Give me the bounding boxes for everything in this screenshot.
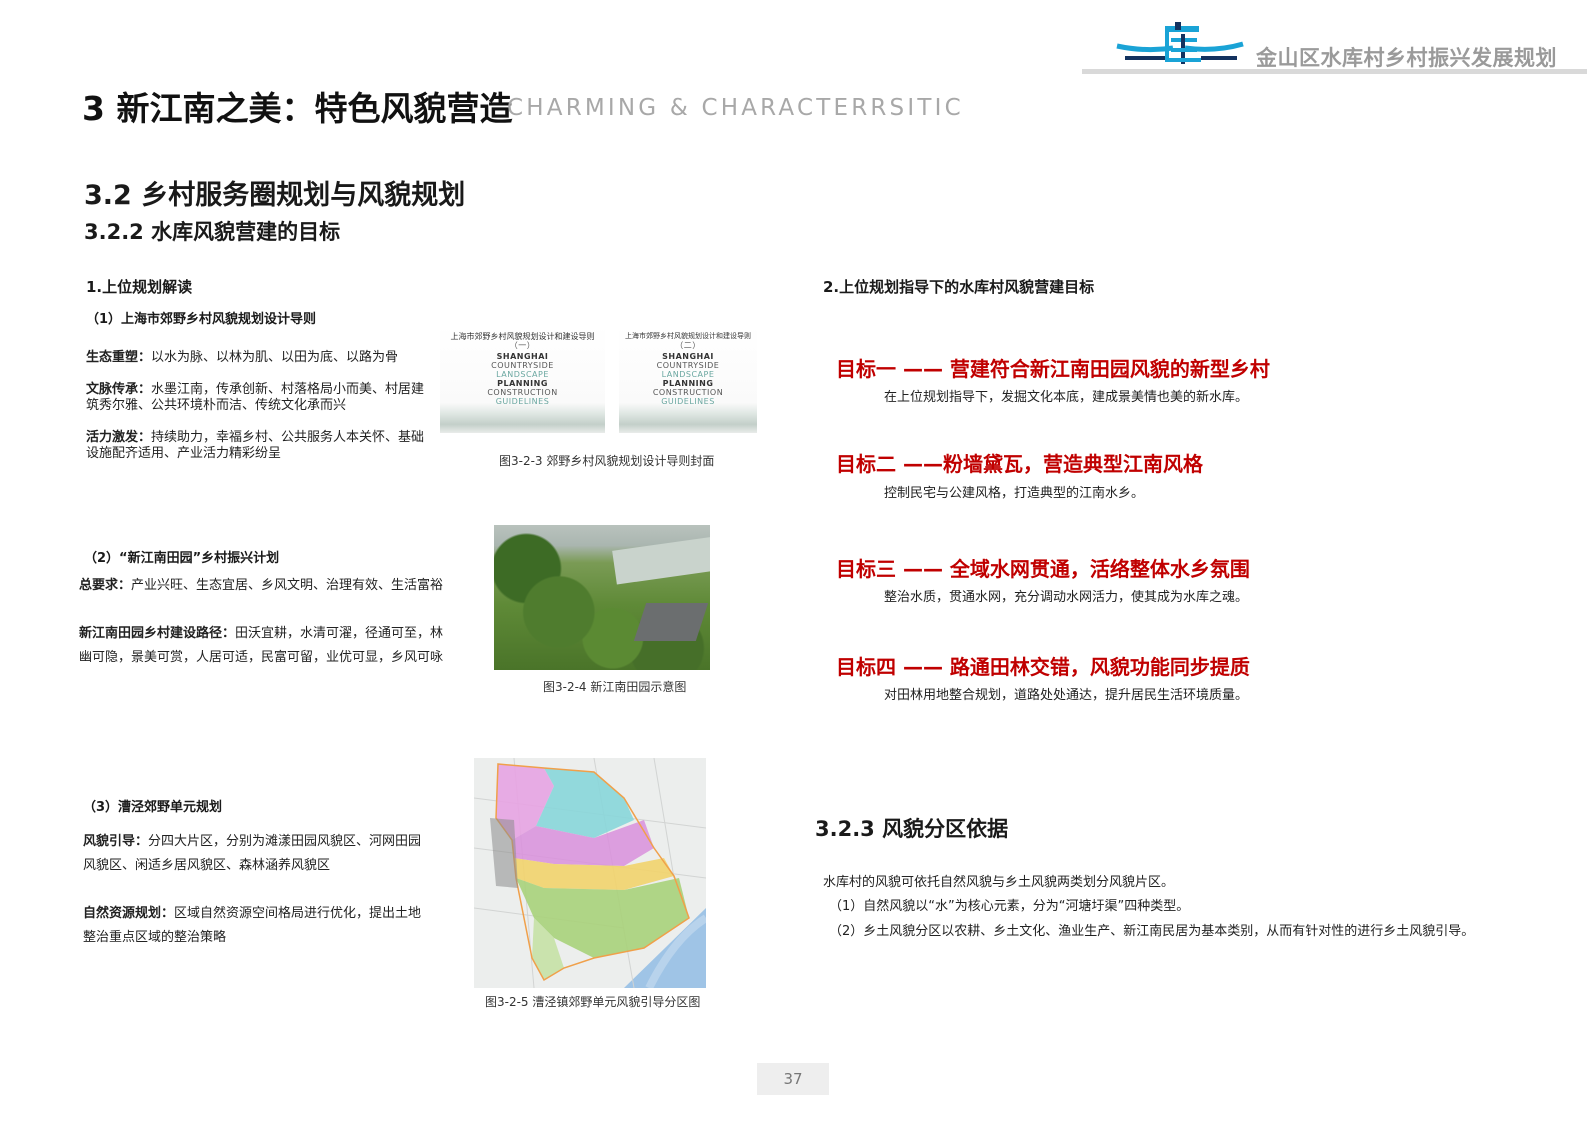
- part1-item-ecology: 生态重塑：以水为脉、以林为肌、以田为底、以路为骨: [86, 350, 436, 366]
- cover-volume: （一）: [509, 341, 536, 350]
- part3-guide: 风貌引导：分四大片区，分别为滩漾田园风貌区、河网田园风貌区、闲适乡居风貌区、森林…: [83, 830, 433, 878]
- document-title: 金山区水库村乡村振兴发展规划: [1256, 46, 1557, 70]
- part3-title: （3）漕泾郊野单元规划: [83, 800, 223, 815]
- figure-caption-3-2-5: 图3-2-5 漕泾镇郊野单元风貌引导分区图: [485, 995, 701, 1009]
- part2-path-label: 新江南田园乡村建设路径：: [79, 626, 236, 641]
- new-jiangnan-photo: [494, 525, 710, 670]
- guideline-cover-1: 上海市郊野乡村风貌规划设计和建设导则 （一） SHANGHAI COUNTRYS…: [440, 325, 605, 433]
- part1-item-label: 生态重塑：: [86, 350, 152, 365]
- part1-title: （1）上海市郊野乡村风貌规划设计导则: [86, 312, 317, 327]
- part1-item-culture: 文脉传承：水墨江南，传承创新、村落格局小而美、村居建筑秀尔雅、公共环境朴而洁、传…: [86, 382, 436, 414]
- left-heading: 1.上位规划解读: [86, 278, 193, 296]
- basis-line-3: （2）乡土风貌分区以农耕、乡土文化、渔业生产、新江南民居为基本类别，从而有针对性…: [829, 924, 1475, 939]
- cover-word: PLANNING: [662, 379, 714, 388]
- part2-requirement: 总要求：产业兴旺、生态宜居、乡风文明、治理有效、生活富裕: [79, 578, 459, 594]
- guideline-cover-2: 上海市郊野乡村风貌规划设计和建设导则 （二） SHANGHAI COUNTRYS…: [619, 325, 757, 433]
- part1-item-label: 文脉传承：: [86, 382, 152, 397]
- cover-word: GUIDELINES: [661, 397, 715, 406]
- village-logo: [1115, 22, 1245, 68]
- figure-caption-3-2-3: 图3-2-3 郊野乡村风貌规划设计导则封面: [499, 454, 715, 468]
- goal-1-desc: 在上位规划指导下，发掘文化本底，建成景美情也美的新水库。: [884, 390, 1249, 405]
- cover-word: LANDSCAPE: [661, 370, 715, 379]
- cover-word: GUIDELINES: [495, 397, 550, 406]
- goal-3-desc: 整治水质，贯通水网，充分调动水网活力，使其成为水库之魂。: [884, 590, 1249, 605]
- chapter-title: 3 新江南之美：特色风貌营造: [82, 89, 513, 128]
- cover-word: COUNTRYSIDE: [491, 361, 554, 370]
- cover-word: CONSTRUCTION: [652, 388, 724, 397]
- part1-item-text: 以水为脉、以林为肌、以田为底、以路为骨: [151, 350, 399, 365]
- part3-resource-label: 自然资源规划：: [83, 906, 175, 921]
- cover-word: SHANGHAI: [662, 352, 714, 361]
- cover-word: SHANGHAI: [496, 352, 549, 361]
- goal-1-title: 目标一 —— 营建符合新江南田园风貌的新型乡村: [836, 357, 1270, 381]
- goal-2-desc: 控制民宅与公建风格，打造典型的江南水乡。: [884, 486, 1145, 501]
- goal-2-title: 目标二 ——粉墙黛瓦，营造典型江南风格: [836, 452, 1203, 476]
- chapter-subtitle-en: CHARMING & CHARACTERRSITIC: [507, 95, 964, 121]
- cover-word: LANDSCAPE: [496, 370, 549, 379]
- part2-req-text: 产业兴旺、生态宜居、乡风文明、治理有效、生活富裕: [131, 578, 444, 593]
- goal-3-title: 目标三 —— 全域水网贯通，活络整体水乡氛围: [836, 557, 1250, 581]
- page-number: 37: [757, 1063, 829, 1095]
- cover-word: COUNTRYSIDE: [656, 361, 720, 370]
- cover-word: CONSTRUCTION: [487, 388, 558, 397]
- part3-guide-label: 风貌引导：: [83, 834, 149, 849]
- cover-title: 上海市郊野乡村风貌规划设计和建设导则: [625, 332, 751, 340]
- cover-volume: （二）: [675, 341, 701, 350]
- photo-river: [612, 535, 710, 585]
- basis-line-2: （1）自然风貌以“水”为核心元素，分为“河塘圩渠”四种类型。: [829, 899, 1190, 914]
- part1-item-vitality: 活力激发：持续助力，幸福乡村、公共服务人本关怀、基础设施配齐适用、产业活力精彩纷…: [86, 430, 436, 462]
- part2-path: 新江南田园乡村建设路径：田沃宜耕，水清可濯，径通可至，林幽可隐，景美可赏，人居可…: [79, 622, 455, 670]
- cover-word: PLANNING: [497, 379, 548, 388]
- part2-title: （2）“新江南田园”乡村振兴计划: [84, 551, 280, 566]
- zoning-map: [474, 758, 706, 988]
- part3-resource: 自然资源规划：区域自然资源空间格局进行优化，提出土地整治重点区域的整治策略: [83, 902, 433, 950]
- subsection-heading: 3.2.2 水库风貌营建的目标: [84, 220, 341, 244]
- part1-item-label: 活力激发：: [86, 430, 152, 445]
- goal-4-title: 目标四 —— 路通田林交错，风貌功能同步提质: [836, 655, 1250, 679]
- section-heading: 3.2 乡村服务圈规划与风貌规划: [84, 180, 466, 211]
- goal-4-desc: 对田林用地整合规划，道路处处通达，提升居民生活环境质量。: [884, 688, 1249, 703]
- right-heading: 2.上位规划指导下的水库村风貌营建目标: [823, 278, 1095, 296]
- part2-req-label: 总要求：: [79, 578, 132, 593]
- figure-caption-3-2-4: 图3-2-4 新江南田园示意图: [543, 680, 687, 694]
- basis-line-1: 水库村的风貌可依托自然风貌与乡土风貌两类划分风貌片区。: [823, 875, 1175, 890]
- photo-roof: [633, 603, 709, 641]
- subsection-heading-3-2-3: 3.2.3 风貌分区依据: [815, 817, 1009, 841]
